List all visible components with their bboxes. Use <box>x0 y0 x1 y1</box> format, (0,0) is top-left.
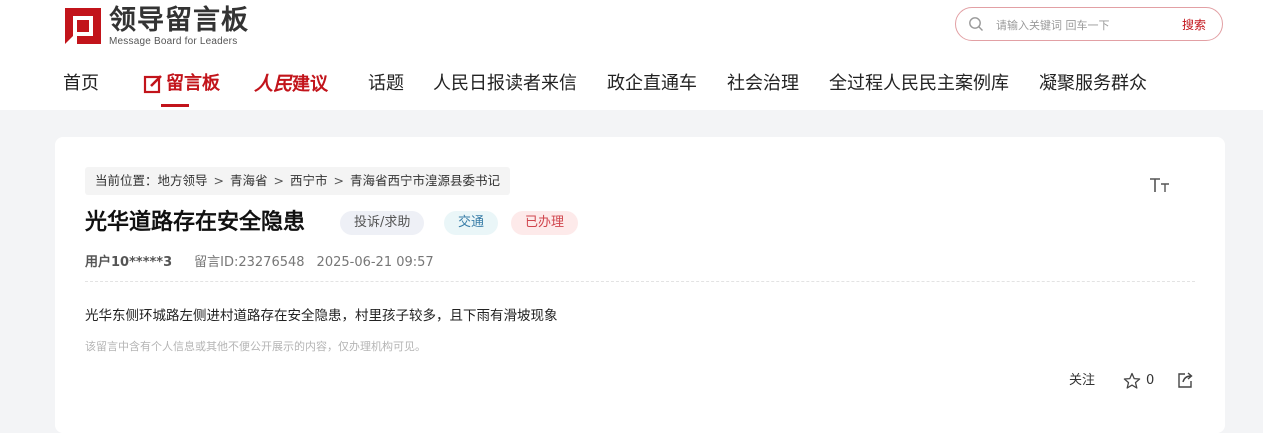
breadcrumb-item[interactable]: 青海省西宁市湟源县委书记 <box>350 173 500 188</box>
search-box: 搜索 <box>955 7 1223 41</box>
header: 领导留言板 Message Board for Leaders 搜索 首页 留言… <box>0 0 1263 110</box>
nav-home[interactable]: 首页 <box>63 70 99 98</box>
nav-serve-people[interactable]: 凝聚服务群众 <box>1039 70 1147 98</box>
nav-active-indicator <box>161 104 189 107</box>
breadcrumb-item[interactable]: 西宁市 <box>290 173 328 188</box>
search-icon <box>969 17 983 31</box>
main-nav: 首页 留言板 人民建议 话题 人民日报读者来信 政企直通车 社会治理 全过程人民… <box>0 70 1263 100</box>
message-id: 留言ID:23276548 <box>194 255 305 270</box>
search-input[interactable] <box>994 14 1173 36</box>
nav-social-governance[interactable]: 社会治理 <box>727 70 799 98</box>
breadcrumb-prefix: 当前位置： <box>95 173 158 188</box>
logo-icon <box>65 8 101 44</box>
edit-icon <box>143 75 162 94</box>
privacy-notice: 该留言中含有个人信息或其他不便公开展示的内容，仅办理机构可见。 <box>85 340 426 353</box>
breadcrumb: 当前位置：地方领导 > 青海省 > 西宁市 > 青海省西宁市湟源县委书记 <box>85 167 511 195</box>
logo-title: 领导留言板 <box>109 4 249 36</box>
breadcrumb-separator: > <box>333 173 345 188</box>
message-card: 当前位置：地方领导 > 青海省 > 西宁市 > 青海省西宁市湟源县委书记 光华道路存在安全隐… <box>55 137 1225 433</box>
breadcrumb-separator: > <box>213 173 225 188</box>
message-title: 光华道路存在安全隐患 <box>85 210 306 235</box>
message-datetime: 2025-06-21 09:57 <box>316 255 434 270</box>
nav-enterprise-express[interactable]: 政企直通车 <box>607 70 697 98</box>
search-button[interactable]: 搜索 <box>1182 16 1206 33</box>
nav-message-board[interactable]: 留言板 <box>143 70 220 98</box>
nav-readers-letters[interactable]: 人民日报读者来信 <box>433 70 577 98</box>
font-size-icon[interactable] <box>1149 175 1173 195</box>
nav-message-board-label: 留言板 <box>166 73 220 94</box>
nav-topics[interactable]: 话题 <box>368 70 404 98</box>
status-badge: 已办理 <box>511 211 579 235</box>
logo-subtitle: Message Board for Leaders <box>109 35 238 47</box>
divider <box>85 281 1195 282</box>
tag-type: 投诉/求助 <box>340 211 425 235</box>
star-button[interactable]: 0 <box>1123 371 1154 391</box>
tag-field: 交通 <box>444 211 499 235</box>
breadcrumb-separator: > <box>273 173 285 188</box>
share-icon[interactable] <box>1176 371 1194 389</box>
star-count: 0 <box>1146 373 1155 388</box>
follow-button[interactable]: 关注 <box>1069 371 1095 391</box>
star-icon <box>1123 372 1141 389</box>
message-content: 光华东侧环城路左侧进村道路存在安全隐患，村里孩子较多，且下雨有滑坡现象 <box>85 308 558 324</box>
nav-people-logo-text: 人民 <box>254 73 293 95</box>
nav-suggestions-label: 建议 <box>292 74 329 95</box>
breadcrumb-item[interactable]: 地方领导 <box>158 173 208 188</box>
message-meta: 用户10*****3 留言ID:23276548 2025-06-21 09:57 <box>85 254 434 272</box>
breadcrumb-item[interactable]: 青海省 <box>230 173 268 188</box>
logo[interactable]: 领导留言板 Message Board for Leaders <box>63 5 249 47</box>
nav-democracy-cases[interactable]: 全过程人民民主案例库 <box>829 70 1009 98</box>
message-user: 用户10*****3 <box>85 255 173 270</box>
nav-people-suggestions[interactable]: 人民建议 <box>254 70 328 99</box>
